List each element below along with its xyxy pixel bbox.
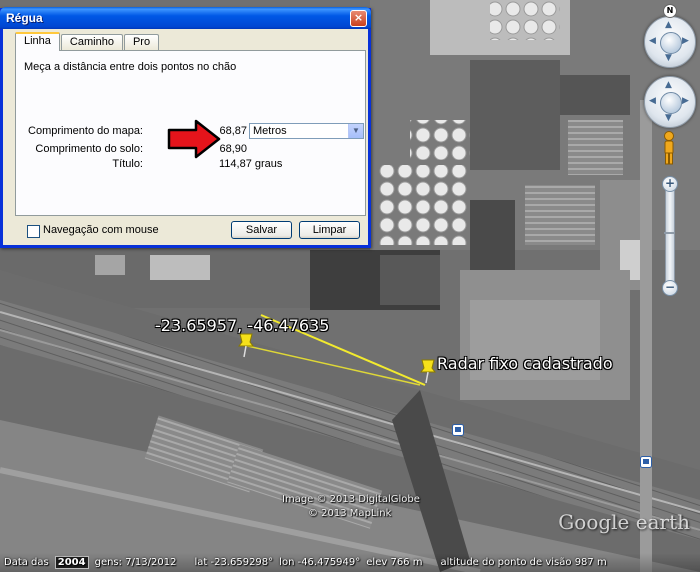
- heading-value: 114,87 graus: [219, 158, 283, 170]
- ruler-dialog: Régua × Linha Caminho Pro Meça a distânc…: [0, 7, 371, 248]
- map-length-label: Comprimento do mapa:: [28, 125, 143, 137]
- save-button[interactable]: Salvar: [231, 221, 292, 239]
- move-up-icon[interactable]: ▲: [665, 81, 672, 90]
- imagery-credit: Image © 2013 DigitalGlobe: [282, 494, 420, 505]
- instruction-text: Meça a distância entre dois pontos no ch…: [24, 61, 237, 73]
- elevation-readout: elev 766 m: [366, 557, 423, 568]
- zoom-out-button[interactable]: −: [662, 280, 678, 296]
- bus-stop-icon[interactable]: [640, 456, 652, 468]
- latitude-readout: lat -23.659298°: [194, 557, 274, 568]
- look-around-control[interactable]: ▲ ▼ ◀ ▶: [644, 16, 696, 68]
- tab-pro[interactable]: Pro: [123, 34, 160, 50]
- imagery-date-suffix: gens: 7/13/2012: [94, 557, 177, 568]
- look-up-icon[interactable]: ▲: [665, 21, 672, 30]
- imagery-date-prefix: Data das: [4, 557, 49, 568]
- move-center-icon: [660, 92, 682, 114]
- placemark-label-radar[interactable]: Radar fixo cadastrado: [437, 354, 613, 373]
- mouse-navigation-label[interactable]: Navegação com mouse: [43, 224, 159, 236]
- zoom-slider-track[interactable]: [665, 182, 675, 289]
- ground-length-label: Comprimento do solo:: [35, 143, 143, 155]
- move-left-icon[interactable]: ◀: [649, 97, 656, 106]
- close-button[interactable]: ×: [350, 10, 367, 27]
- ground-length-value: 68,90: [219, 143, 247, 155]
- look-down-icon[interactable]: ▼: [665, 54, 672, 63]
- tab-linha[interactable]: Linha: [15, 32, 60, 51]
- look-right-icon[interactable]: ▶: [682, 37, 689, 46]
- chevron-down-icon[interactable]: ▼: [348, 124, 363, 138]
- eye-altitude-readout: altitude do ponto de visão 987 m: [440, 557, 607, 568]
- unit-select[interactable]: Metros ▼: [249, 123, 364, 139]
- unit-select-value: Metros: [253, 125, 287, 137]
- tab-panel-linha: Meça a distância entre dois pontos no ch…: [15, 50, 366, 216]
- dialog-title: Régua: [6, 11, 43, 25]
- mouse-navigation-checkbox[interactable]: [27, 225, 40, 238]
- navigation-controls: ▲ ▼ ◀ ▶ N ▲ ▼ ◀ ▶ + −: [636, 0, 700, 310]
- zoom-in-button[interactable]: +: [662, 176, 678, 192]
- google-earth-watermark: Google earth: [558, 510, 690, 534]
- heading-row: Título: 114,87 graus: [16, 157, 367, 173]
- pushpin-icon[interactable]: [418, 356, 438, 384]
- imagery-year-badge[interactable]: 2004: [54, 556, 89, 569]
- bus-stop-icon[interactable]: [452, 424, 464, 436]
- status-bar: Data das 2004 gens: 7/13/2012 lat -23.65…: [0, 553, 700, 572]
- heading-label: Título:: [112, 158, 143, 170]
- ruler-tabs: Linha Caminho Pro: [15, 32, 160, 51]
- tab-caminho[interactable]: Caminho: [60, 34, 123, 50]
- move-right-icon[interactable]: ▶: [682, 97, 689, 106]
- dialog-titlebar[interactable]: Régua ×: [0, 7, 371, 29]
- move-control[interactable]: ▲ ▼ ◀ ▶: [644, 76, 696, 128]
- look-center-icon: [660, 32, 682, 54]
- map-length-value: 68,87: [219, 125, 247, 137]
- move-down-icon[interactable]: ▼: [665, 114, 672, 123]
- look-left-icon[interactable]: ◀: [649, 37, 656, 46]
- clear-button[interactable]: Limpar: [299, 221, 360, 239]
- street-view-pegman-icon[interactable]: [662, 130, 676, 166]
- placemark-label-coords[interactable]: -23.65957, -46.47635: [155, 316, 329, 335]
- maplink-credit: © 2013 MapLink: [308, 508, 392, 519]
- longitude-readout: lon -46.475949°: [279, 557, 361, 568]
- dialog-footer: Navegação com mouse Salvar Limpar: [3, 218, 368, 244]
- red-arrow-annotation-icon: [167, 119, 221, 159]
- north-compass-icon[interactable]: N: [663, 4, 677, 18]
- zoom-slider-handle[interactable]: [664, 232, 674, 234]
